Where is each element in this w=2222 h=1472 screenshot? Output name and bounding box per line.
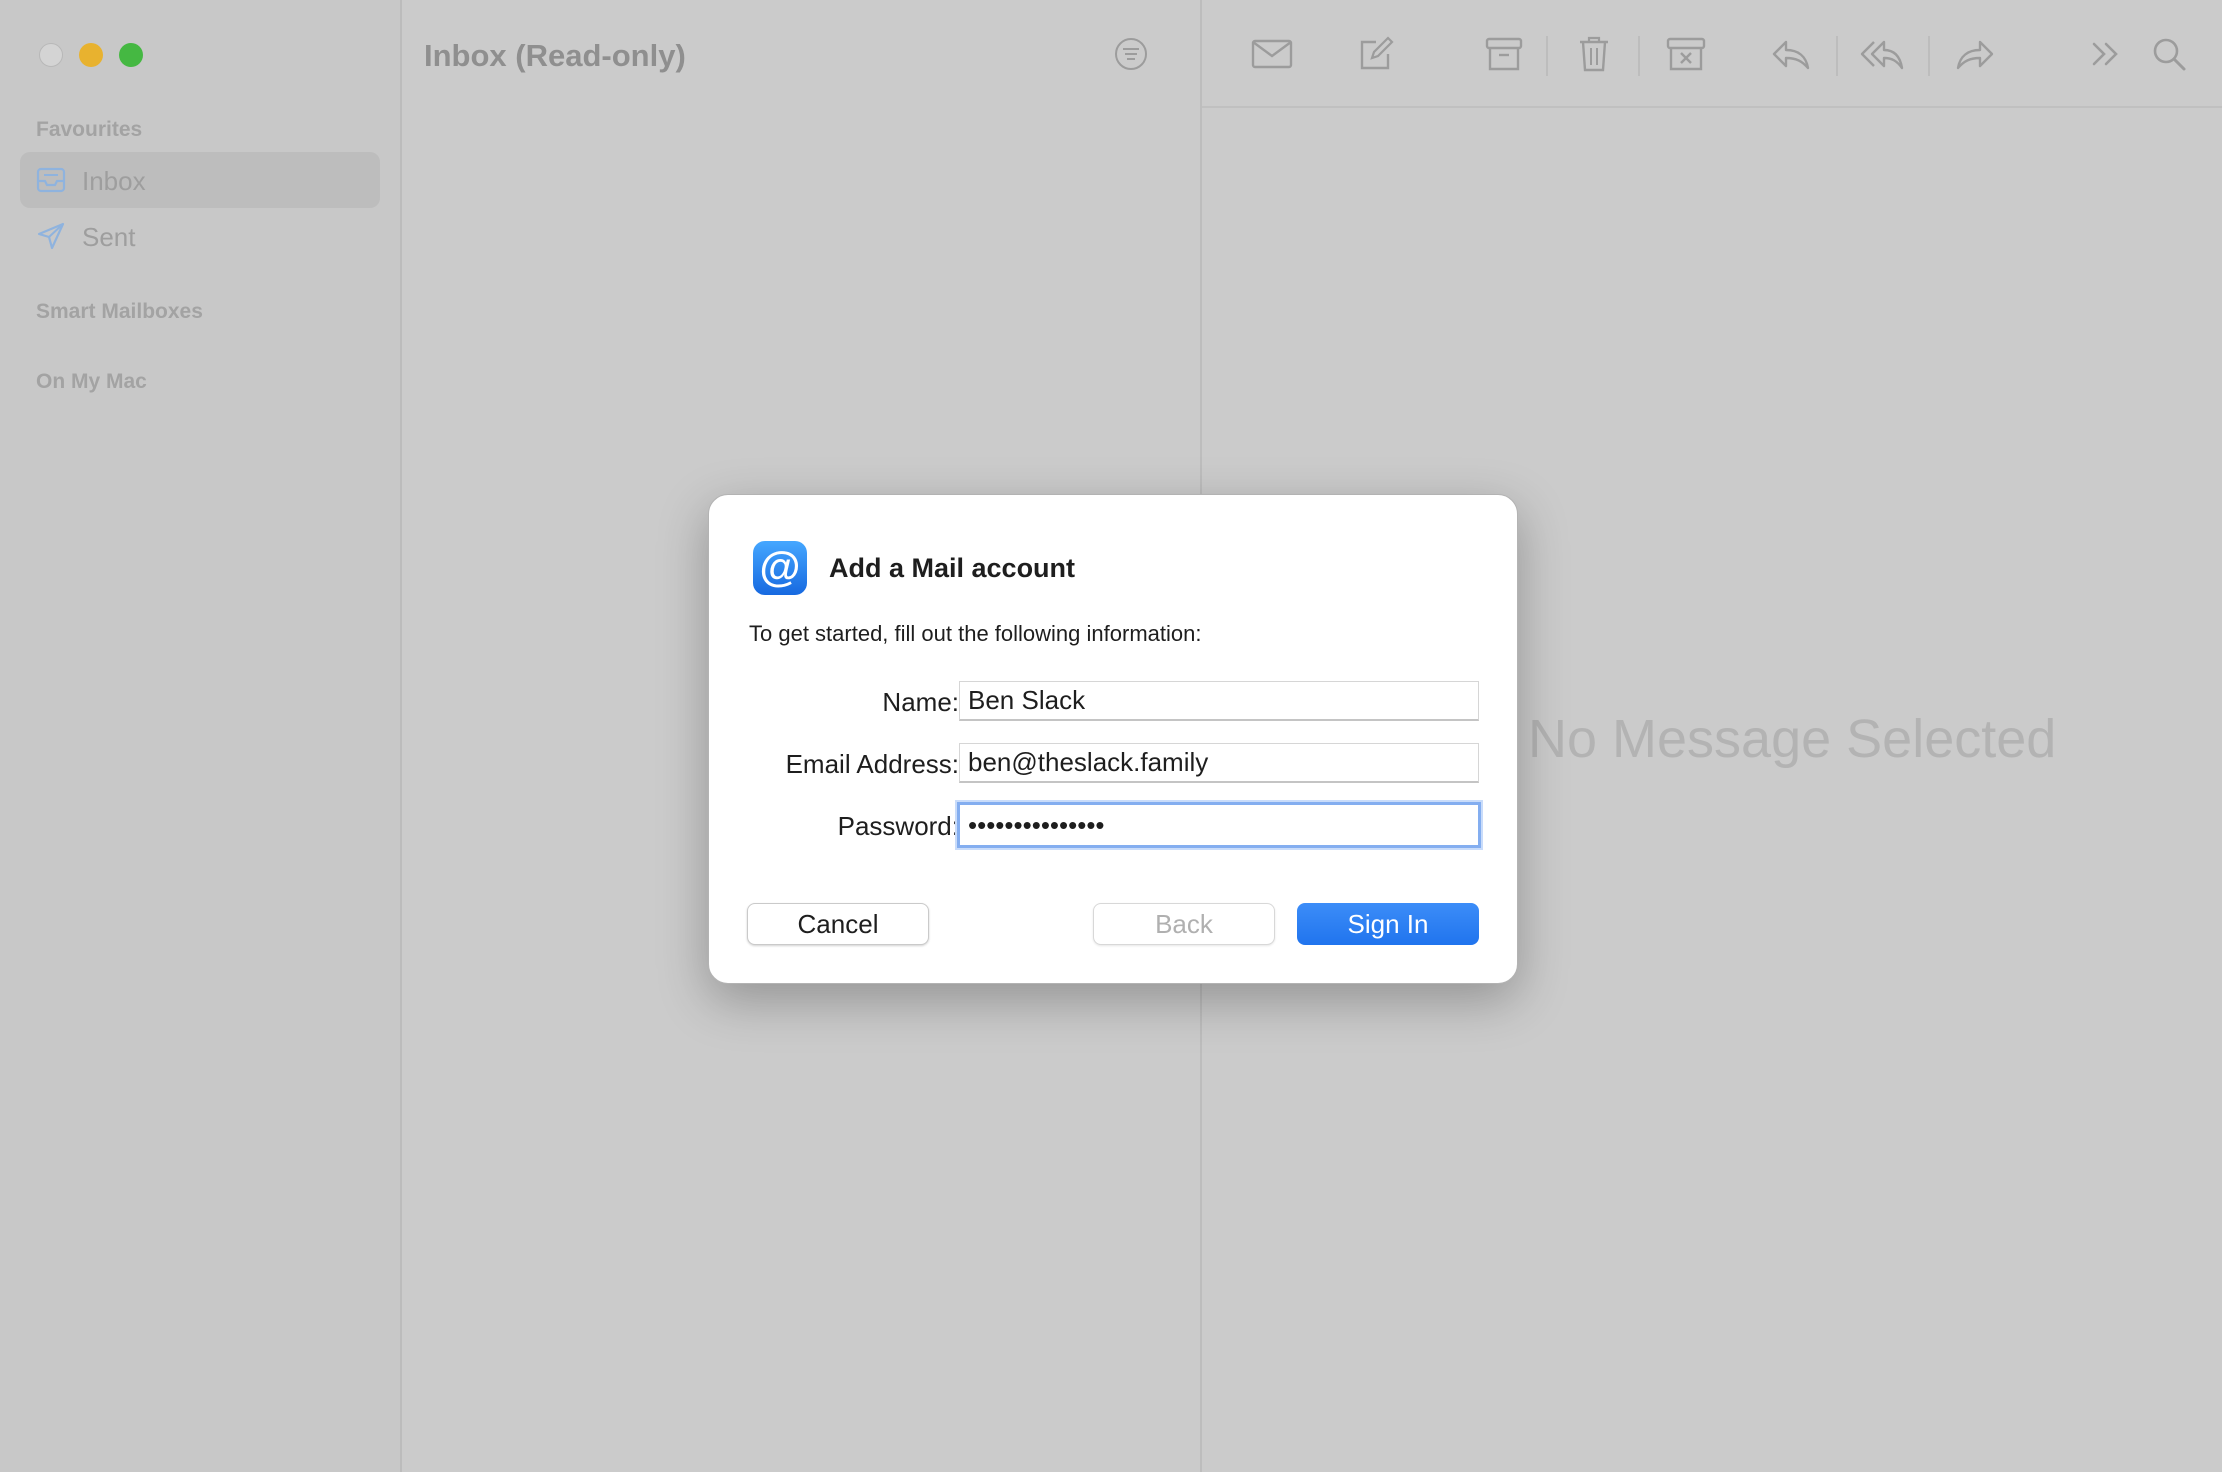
sidebar-section-favourites[interactable]: Favourites: [36, 118, 142, 142]
get-mail-icon[interactable]: [1250, 34, 1294, 74]
cancel-button[interactable]: Cancel: [747, 903, 929, 945]
email-label: Email Address:: [785, 749, 959, 779]
password-label: Password:: [837, 811, 959, 841]
paper-plane-icon: [37, 222, 65, 250]
more-icon[interactable]: [2084, 34, 2128, 74]
toolbar-separator: [1638, 36, 1640, 76]
minimize-window-button[interactable]: [79, 43, 103, 67]
forward-icon[interactable]: [1954, 34, 1998, 74]
toolbar-separator: [1546, 36, 1548, 76]
name-field[interactable]: [959, 681, 1479, 721]
zoom-window-button[interactable]: [119, 43, 143, 67]
close-window-button[interactable]: [39, 43, 63, 67]
toolbar: [1202, 0, 2222, 108]
email-field[interactable]: [959, 743, 1479, 783]
junk-icon[interactable]: [1664, 34, 1708, 74]
mailbox-title: Inbox (Read-only): [424, 38, 686, 73]
dialog-subtitle: To get started, fill out the following i…: [749, 621, 1202, 646]
sign-in-button[interactable]: Sign In: [1297, 903, 1479, 945]
toolbar-separator: [1928, 36, 1930, 76]
sidebar-item-label: Inbox: [82, 166, 146, 196]
archive-icon[interactable]: [1482, 34, 1526, 74]
sidebar-item-inbox[interactable]: Inbox: [20, 152, 380, 208]
reply-icon[interactable]: [1768, 34, 1812, 74]
compose-icon[interactable]: [1354, 34, 1398, 74]
sidebar-section-smart-mailboxes[interactable]: Smart Mailboxes: [36, 300, 203, 324]
no-message-selected-text: No Message Selected: [1528, 709, 2057, 769]
mail-window: Favourites Inbox Sent Smart Mailboxes On…: [0, 0, 2222, 1472]
toolbar-separator: [1836, 36, 1838, 76]
reply-all-icon[interactable]: [1860, 34, 1904, 74]
trash-icon[interactable]: [1572, 34, 1616, 74]
sidebar-item-sent[interactable]: Sent: [20, 208, 380, 264]
back-button[interactable]: Back: [1093, 903, 1275, 945]
sidebar: Favourites Inbox Sent Smart Mailboxes On…: [0, 0, 402, 1472]
password-field[interactable]: [957, 802, 1481, 848]
search-icon[interactable]: [2148, 34, 2192, 74]
sidebar-section-on-my-mac[interactable]: On My Mac: [36, 370, 147, 394]
inbox-icon: [36, 167, 66, 193]
sidebar-item-label: Sent: [82, 222, 136, 252]
name-label: Name:: [882, 687, 959, 717]
mail-at-icon: @: [753, 541, 807, 595]
filter-icon[interactable]: [1114, 37, 1148, 71]
add-mail-account-dialog: @ Add a Mail account To get started, fil…: [708, 494, 1518, 984]
dialog-title: Add a Mail account: [829, 553, 1076, 583]
